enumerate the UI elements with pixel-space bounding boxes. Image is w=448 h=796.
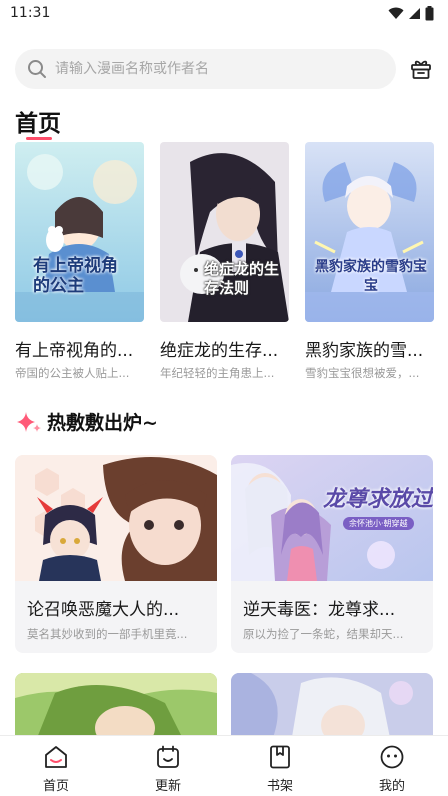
- nav-label: 更新: [154, 779, 181, 794]
- status-icons: [388, 5, 434, 21]
- profile-icon: [379, 744, 405, 770]
- search-row: [15, 49, 435, 89]
- comic-desc: 年纪轻轻的主角患上...: [160, 366, 275, 380]
- gift-icon: [411, 60, 431, 79]
- nav-update[interactable]: 更新: [112, 736, 224, 796]
- signal-icon: [409, 7, 420, 19]
- recommended-list: 有上帝视角的公主 有上帝视角的... 帝国的公主被人贴上... 绝症龙的生存法则…: [15, 142, 435, 382]
- wifi-icon: [388, 7, 404, 19]
- calendar-icon: [155, 744, 181, 770]
- comic-cover[interactable]: 龙尊求放过 余怀池小·朝穿越: [231, 455, 433, 581]
- nav-label: 书架: [266, 779, 293, 794]
- comic-desc: 帝国的公主被人贴上...: [15, 366, 130, 380]
- comic-cover[interactable]: 有上帝视角的公主: [15, 142, 144, 322]
- battery-icon: [425, 5, 434, 20]
- comic-desc: 雪豹宝宝很想被爱，...: [305, 366, 420, 380]
- page-title: 首页: [15, 111, 61, 137]
- home-icon: [43, 744, 69, 770]
- cover-title: 有上帝视角的公主: [33, 256, 118, 296]
- hot-comic-card[interactable]: 龙尊求放过 余怀池小·朝穿越 逆天毒医：龙尊求... 原以为捡了一条蛇，结果却天…: [231, 455, 433, 653]
- status-bar: 11:31: [0, 0, 448, 26]
- comic-title[interactable]: 论召唤恶魔大人的...: [27, 595, 205, 620]
- bookshelf-icon: [267, 744, 293, 770]
- cover-illustration: [231, 673, 433, 743]
- nav-label: 首页: [42, 779, 69, 794]
- gift-button[interactable]: [407, 55, 435, 83]
- cover-subtitle: 余怀池小·朝穿越: [343, 517, 414, 530]
- section-title: 热敷敷出炉~: [47, 412, 158, 434]
- cover-illustration: [15, 455, 217, 581]
- title-underline: [26, 137, 52, 140]
- hot-comic-card[interactable]: [231, 673, 433, 743]
- comic-title[interactable]: 黑豹家族的雪...: [305, 336, 434, 361]
- section-header: 热敷敷出炉~: [15, 408, 158, 435]
- comic-cover[interactable]: 黑豹家族的雪豹宝宝: [305, 142, 434, 322]
- comic-card[interactable]: 绝症龙的生存法则 绝症龙的生存... 年纪轻轻的主角患上...: [160, 142, 289, 381]
- bottom-nav: 首页 更新 书架 我的: [0, 735, 448, 796]
- hot-comic-card[interactable]: 论召唤恶魔大人的... 莫名其妙收到的一部手机里竟...: [15, 455, 217, 653]
- comic-desc: 莫名其妙收到的一部手机里竟...: [27, 627, 188, 641]
- comic-card[interactable]: 黑豹家族的雪豹宝宝 黑豹家族的雪... 雪豹宝宝很想被爱，...: [305, 142, 434, 381]
- search-input[interactable]: [55, 61, 375, 77]
- comic-desc: 原以为捡了一条蛇，结果却天...: [243, 627, 404, 641]
- search-bar[interactable]: [15, 49, 396, 89]
- comic-cover[interactable]: 绝症龙的生存法则: [160, 142, 289, 322]
- comic-title[interactable]: 有上帝视角的...: [15, 336, 144, 361]
- sparkle-icon: [17, 411, 41, 432]
- nav-profile[interactable]: 我的: [336, 736, 448, 796]
- cover-title: 龙尊求放过: [323, 486, 433, 512]
- status-time: 11:31: [10, 5, 51, 21]
- cover-title: 黑豹家族的雪豹宝宝: [315, 259, 427, 294]
- nav-bookshelf[interactable]: 书架: [224, 736, 336, 796]
- nav-home[interactable]: 首页: [0, 736, 112, 796]
- nav-label: 我的: [378, 779, 405, 794]
- comic-title[interactable]: 绝症龙的生存...: [160, 336, 289, 361]
- comic-title[interactable]: 逆天毒医：龙尊求...: [243, 595, 421, 620]
- comic-cover[interactable]: [15, 455, 217, 581]
- comic-card[interactable]: 有上帝视角的公主 有上帝视角的... 帝国的公主被人贴上...: [15, 142, 144, 381]
- cover-title: 绝症龙的生存法则: [204, 260, 280, 297]
- hot-comic-card[interactable]: [15, 673, 217, 743]
- search-icon: [28, 60, 46, 78]
- cover-illustration: [15, 673, 217, 743]
